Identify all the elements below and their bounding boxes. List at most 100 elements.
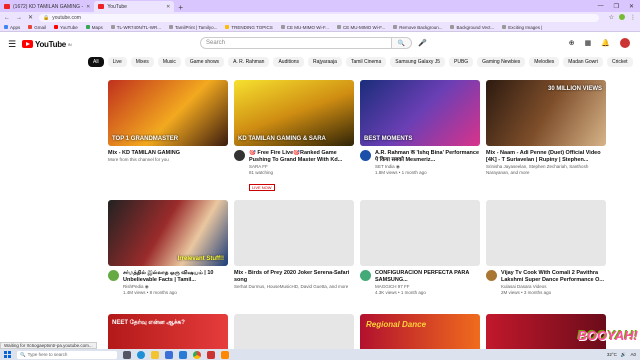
- chip-gaming-newbies[interactable]: Gaming Newbies: [477, 57, 526, 67]
- channel-avatar[interactable]: [234, 150, 245, 161]
- close-window-button[interactable]: ✕: [629, 3, 634, 10]
- chip-madan-gowri[interactable]: Madan Gowri: [563, 57, 603, 67]
- bookmark-item[interactable]: Maps: [85, 25, 103, 30]
- chip-music[interactable]: Music: [157, 57, 181, 67]
- video-title[interactable]: Mix - Naam - Adi Penne (Duet) Official V…: [486, 150, 606, 164]
- account-avatar[interactable]: [620, 38, 630, 48]
- video-title[interactable]: A.R. Rahman के 'Ishq Bina' Performance प…: [375, 150, 480, 164]
- chip-all[interactable]: All: [88, 57, 104, 67]
- chip-ar-rahman[interactable]: A. R. Rahman: [228, 57, 270, 67]
- video-card[interactable]: Mix - Birds of Prey 2020 Joker Serena-Sa…: [234, 200, 354, 320]
- youtube-logo[interactable]: YouTube IN: [22, 40, 72, 49]
- star-icon[interactable]: ☆: [609, 14, 614, 21]
- bookmark-item[interactable]: TRENDING TOPICS: [225, 25, 273, 30]
- search-button[interactable]: 🔍: [392, 37, 412, 49]
- chip-rajyaraaja[interactable]: Rajyaraaja: [308, 57, 342, 67]
- video-card[interactable]: KD TAMILAN GAMING & SARA 🎯 Free Fire Liv…: [234, 80, 354, 200]
- chrome-icon[interactable]: [193, 350, 201, 359]
- bookmark-item[interactable]: Background Vect...: [450, 25, 494, 30]
- chip-pubg[interactable]: PUBG: [449, 57, 474, 67]
- photos-icon[interactable]: [207, 350, 215, 359]
- video-title[interactable]: Mix - KD TAMILAN GAMING: [108, 150, 180, 157]
- mail-icon[interactable]: [179, 350, 187, 359]
- browser-toolbar: ← → ✕ 🔒 youtube.com ☆ ⋮: [0, 12, 640, 23]
- minimize-button[interactable]: —: [598, 3, 604, 9]
- chip-tamil-cinema[interactable]: Tamil Cinema: [345, 57, 387, 67]
- video-channel[interactable]: Serhat Durmus, HouseMusicHD, David Guett…: [234, 284, 354, 290]
- bookmark-item[interactable]: TL-WR740N/TL-WR...: [110, 25, 161, 30]
- bookmark-item[interactable]: Exciting Images |: [502, 25, 542, 30]
- video-channel[interactable]: Srinisha Jayaseelan, Stephen Zechariah, …: [486, 164, 606, 176]
- forward-icon[interactable]: →: [16, 15, 22, 21]
- video-thumbnail[interactable]: NEET தேர்வு என்ன ஆச்சு?: [108, 314, 228, 354]
- video-card[interactable]: Irrelevant Stuff!! சர்மத்தில் இல்லாத ஒரு…: [108, 200, 228, 320]
- video-thumbnail[interactable]: [234, 200, 354, 266]
- video-thumbnail[interactable]: TOP 1 GRANDMASTER: [108, 80, 228, 146]
- microphone-icon[interactable]: 🎤: [418, 39, 427, 47]
- chip-live[interactable]: Live: [107, 57, 127, 67]
- profile-avatar[interactable]: [619, 14, 625, 20]
- video-card[interactable]: BEST MOMENTS A.R. Rahman के 'Ishq Bina' …: [360, 80, 480, 200]
- video-card[interactable]: TOP 1 GRANDMASTER Mix - KD TAMILAN GAMIN…: [108, 80, 228, 200]
- browser-tab-1[interactable]: (1672) KD TAMILAN GAMING - ✕: [0, 1, 94, 12]
- browser-tab-2[interactable]: YouTube ✕: [94, 1, 175, 12]
- maximize-button[interactable]: ❐: [614, 3, 619, 10]
- chip-cricket[interactable]: Cricket: [607, 57, 633, 67]
- windows-start-icon[interactable]: [4, 351, 11, 358]
- video-title[interactable]: CONFIGURACIÓN PERFECTA PARA SAMSUNG...: [375, 270, 480, 284]
- video-title[interactable]: 🎯 Free Fire Live🎯Ranked Game Pushing To …: [249, 150, 354, 164]
- bookmark-item[interactable]: Remove Backgroun...: [393, 25, 442, 30]
- store-icon[interactable]: [165, 350, 173, 359]
- weather-text[interactable]: 32°C: [607, 352, 617, 357]
- video-thumbnail[interactable]: KD TAMILAN GAMING & SARA: [234, 80, 354, 146]
- video-title[interactable]: Mix - Birds of Prey 2020 Joker Serena-Sa…: [234, 270, 354, 284]
- new-tab-button[interactable]: +: [174, 3, 187, 12]
- bookmark-item[interactable]: YouTube: [54, 25, 78, 30]
- channel-avatar[interactable]: [108, 270, 119, 281]
- bookmark-item[interactable]: Gmail: [28, 25, 46, 30]
- channel-avatar[interactable]: [360, 150, 371, 161]
- notifications-bell-icon[interactable]: 🔔: [601, 39, 610, 47]
- chip-mixes[interactable]: Mixes: [130, 57, 154, 67]
- channel-avatar[interactable]: [486, 270, 497, 281]
- vlc-icon[interactable]: [221, 350, 229, 359]
- channel-avatar[interactable]: [360, 270, 371, 281]
- bookmark-item[interactable]: CE MU-MIMO Wi-F...: [336, 25, 385, 30]
- file-explorer-icon[interactable]: [151, 350, 159, 359]
- hamburger-menu-icon[interactable]: ☰: [8, 39, 22, 50]
- search-input[interactable]: Search: [200, 37, 392, 49]
- chip-samsung[interactable]: Samsung Galaxy J5: [390, 57, 445, 67]
- video-thumbnail[interactable]: [234, 314, 354, 354]
- sound-icon[interactable]: 🔊: [621, 352, 627, 358]
- video-channel[interactable]: More from this channel for you: [108, 157, 180, 163]
- apps-grid-icon[interactable]: ▦: [585, 39, 592, 47]
- video-card[interactable]: Vijay Tv Cook With Comali 2 Pavithra Lak…: [486, 200, 606, 320]
- video-title[interactable]: சர்மத்தில் இல்லாத ஒரு விஷயம் | 10 Unbeli…: [123, 270, 228, 284]
- task-view-icon[interactable]: [123, 350, 131, 359]
- stop-loading-icon[interactable]: ✕: [28, 14, 33, 21]
- close-tab-icon[interactable]: ✕: [166, 4, 170, 10]
- back-icon[interactable]: ←: [4, 15, 10, 21]
- video-card[interactable]: 30 MILLION VIEWS Mix - Naam - Adi Penne …: [486, 80, 606, 200]
- edge-icon[interactable]: [137, 350, 145, 359]
- video-thumbnail[interactable]: BEST MOMENTS: [360, 80, 480, 146]
- bookmark-item[interactable]: Apps: [4, 25, 20, 30]
- chip-melodies[interactable]: Melodies: [529, 57, 560, 67]
- close-tab-icon[interactable]: ✕: [86, 4, 90, 10]
- video-thumbnail[interactable]: Irrelevant Stuff!!: [108, 200, 228, 266]
- video-thumbnail[interactable]: 30 MILLION VIEWS: [486, 80, 606, 146]
- video-thumbnail[interactable]: Regional Dance: [360, 314, 480, 354]
- bookmark-item[interactable]: TamilPrint | Tamilyo...: [169, 25, 217, 30]
- page-icon: [336, 25, 341, 29]
- bookmark-item[interactable]: CE MU-MIMO Wi-F...: [280, 25, 329, 30]
- video-thumbnail[interactable]: [360, 200, 480, 266]
- menu-dots-icon[interactable]: ⋮: [630, 14, 636, 21]
- video-card[interactable]: CONFIGURACIÓN PERFECTA PARA SAMSUNG... M…: [360, 200, 480, 320]
- create-video-icon[interactable]: ⊕: [569, 39, 575, 47]
- address-bar[interactable]: 🔒 youtube.com: [39, 13, 600, 22]
- taskbar-search-input[interactable]: 🔍 Type here to search: [17, 350, 117, 359]
- chip-game-shows[interactable]: Game shows: [184, 57, 225, 67]
- chip-auditions[interactable]: Auditions: [273, 57, 305, 67]
- video-title[interactable]: Vijay Tv Cook With Comali 2 Pavithra Lak…: [501, 270, 606, 284]
- video-thumbnail[interactable]: [486, 200, 606, 266]
